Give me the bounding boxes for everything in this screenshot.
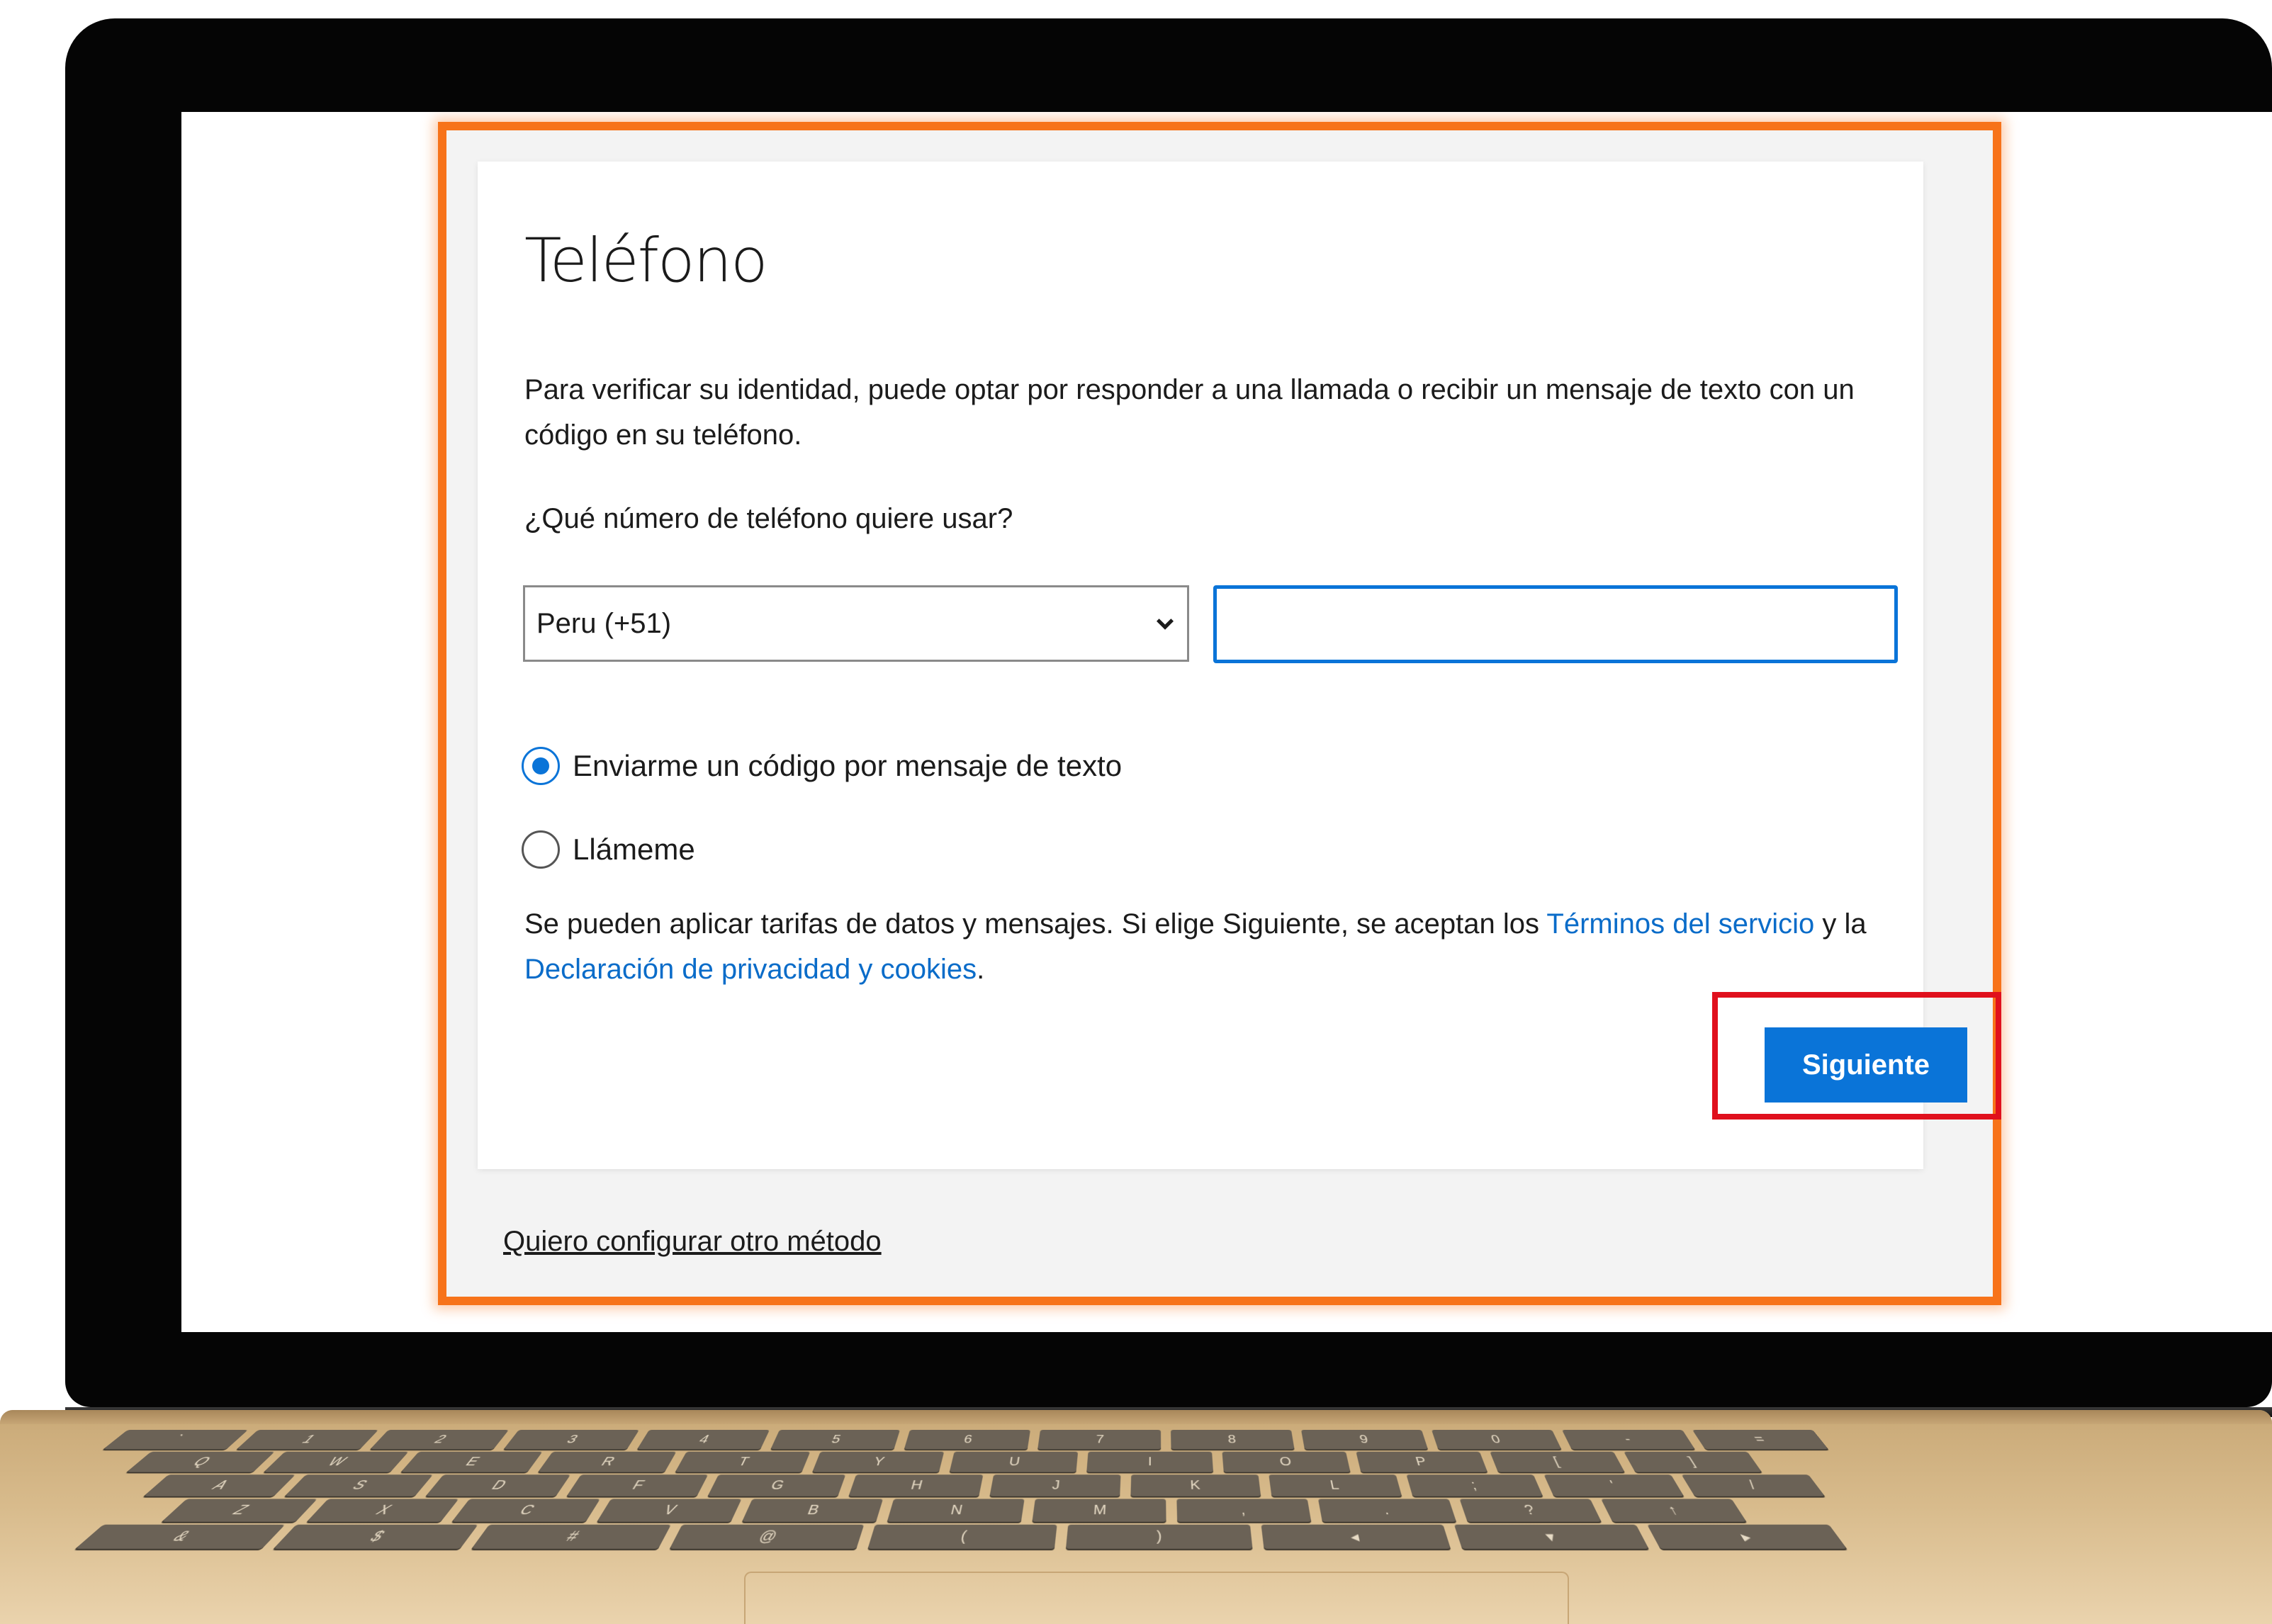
next-button[interactable]: Siguiente [1765, 1027, 1967, 1103]
keyboard-key: W [264, 1451, 409, 1472]
keyboard-key: E [400, 1451, 543, 1472]
keyboard-key: D [425, 1474, 571, 1496]
privacy-statement-link[interactable]: Declaración de privacidad y cookies [524, 954, 977, 985]
keyboard-key: 3 [503, 1430, 639, 1450]
keyboard-key: A [143, 1474, 296, 1496]
keyboard-key: ) [1065, 1524, 1253, 1549]
keyboard-key: 5 [770, 1430, 900, 1450]
keyboard-key: , [1176, 1499, 1312, 1522]
chevron-down-icon [1156, 619, 1174, 630]
keyboard-key: K [1130, 1474, 1261, 1496]
terms-of-service-link[interactable]: Términos del servicio [1546, 908, 1814, 940]
keyboard-key: 8 [1171, 1430, 1295, 1450]
trackpad [744, 1572, 1569, 1624]
keyboard-key: 7 [1037, 1430, 1162, 1450]
keyboard-key: R [538, 1451, 677, 1472]
option-label: Llámeme [573, 833, 695, 866]
terms-notice: Se pueden aplicar tarifas de datos y men… [524, 901, 1885, 992]
terms-suffix: . [977, 954, 985, 985]
keyboard-key: 4 [636, 1430, 770, 1450]
country-code-value: Peru (+51) [536, 607, 672, 639]
keyboard-key: 1 [236, 1430, 378, 1450]
keyboard-key: ▸ [1647, 1524, 1848, 1549]
keyboard-key: O [1222, 1451, 1351, 1472]
keyboard-key: ] [1624, 1451, 1762, 1472]
keyboard-key: G [707, 1474, 846, 1496]
option-label: Enviarme un código por mensaje de texto [573, 749, 1123, 782]
keyboard-key: X [306, 1499, 459, 1522]
keyboard-key: H [848, 1474, 984, 1496]
keyboard-key: C [451, 1499, 600, 1522]
radio-unselected-icon[interactable] [522, 830, 560, 869]
keyboard-key: Y [812, 1451, 945, 1472]
keyboard-key: # [471, 1524, 671, 1549]
highlight-frame: Teléfono Para verificar su identidad, pu… [438, 122, 2001, 1305]
keyboard-key: ? [1459, 1499, 1602, 1522]
keyboard-key: / [1681, 1474, 1826, 1496]
description-text: Para verificar su identidad, puede optar… [524, 374, 1855, 451]
option-call-me[interactable]: Llámeme [522, 830, 695, 869]
terms-middle: y la [1814, 908, 1867, 940]
laptop-base: ` 1 2 3 4 5 6 7 8 9 0- = Q W E R T Y U I O P[] A S D F G H J K L; ' / Z X C… [0, 1410, 2272, 1624]
base-lip [0, 1410, 2272, 1424]
keyboard-row: Q W E R T Y U I O P[] [126, 1451, 1762, 1472]
keyboard-key: ↑ [1601, 1499, 1747, 1522]
keyboard-key: ▾ [1453, 1524, 1649, 1549]
terms-prefix: Se pueden aplicar tarifas de datos y men… [524, 908, 1547, 940]
keyboard-key: L [1269, 1474, 1402, 1496]
keyboard-row: A S D F G H J K L; ' / [143, 1474, 1826, 1496]
keyboard-key: ; [1406, 1474, 1543, 1496]
laptop-screen: Teléfono Para verificar su identidad, pu… [181, 112, 2272, 1332]
keyboard-key: B [741, 1499, 884, 1522]
keyboard-key: = [1692, 1430, 1829, 1450]
keyboard-key: M [1032, 1499, 1166, 1522]
keyboard-row: ` 1 2 3 4 5 6 7 8 9 0- = [103, 1430, 1829, 1450]
keyboard-key: @ [669, 1524, 865, 1549]
keyboard-key: ' [1543, 1474, 1685, 1496]
keyboard-key: N [887, 1499, 1025, 1522]
keyboard-row: Z X C V B N M,.? ↑ [162, 1499, 1747, 1522]
keyboard-key: ` [103, 1430, 248, 1450]
radio-selected-icon[interactable] [522, 747, 560, 785]
keyboard-key: 9 [1301, 1430, 1428, 1450]
keyboard-key: & [75, 1524, 286, 1549]
keyboard: ` 1 2 3 4 5 6 7 8 9 0- = Q W E R T Y U I O P[] A S D F G H J K L; ' / Z X C… [0, 1430, 2272, 1553]
keyboard-key: U [949, 1451, 1079, 1472]
keyboard-key: I [1086, 1451, 1214, 1472]
keyboard-key: J [989, 1474, 1121, 1496]
keyboard-key: ( [867, 1524, 1057, 1549]
keyboard-key: F [566, 1474, 709, 1496]
keyboard-key: T [675, 1451, 811, 1472]
keyboard-key: S [284, 1474, 434, 1496]
laptop-bezel: Teléfono Para verificar su identidad, pu… [65, 18, 2272, 1407]
keyboard-row: & $ # @() ◂ ▾ ▸ [75, 1524, 1848, 1549]
keyboard-key: 0 [1432, 1430, 1562, 1450]
phone-setup-card: Teléfono Para verificar su identidad, pu… [478, 162, 1923, 1169]
phone-number-input[interactable] [1213, 585, 1898, 663]
keyboard-key: P [1356, 1451, 1488, 1472]
keyboard-key: 2 [370, 1430, 509, 1450]
keyboard-key: 6 [904, 1430, 1030, 1450]
keyboard-key: Q [126, 1451, 275, 1472]
keyboard-key: . [1317, 1499, 1457, 1522]
keyboard-key: ◂ [1261, 1524, 1451, 1549]
page-title: Teléfono [524, 225, 768, 296]
keyboard-key: $ [273, 1524, 478, 1549]
option-text-message[interactable]: Enviarme un código por mensaje de texto [522, 747, 1122, 785]
keyboard-key: - [1562, 1430, 1695, 1450]
phone-question-label: ¿Qué número de teléfono quiere usar? [524, 503, 1013, 534]
keyboard-key: [ [1490, 1451, 1625, 1472]
country-code-select[interactable]: Peru (+51) [523, 585, 1189, 662]
other-method-link[interactable]: Quiero configurar otro método [503, 1226, 882, 1258]
keyboard-key: V [597, 1499, 742, 1522]
keyboard-key: Z [162, 1499, 317, 1522]
